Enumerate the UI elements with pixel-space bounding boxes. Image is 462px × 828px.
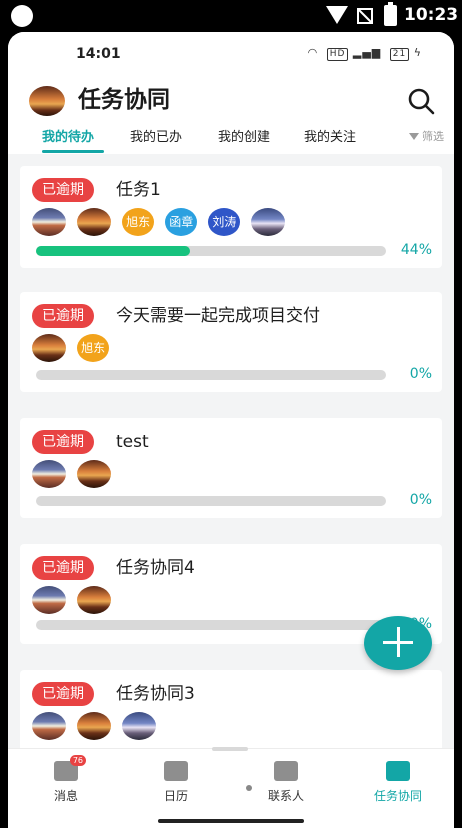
- app-screen: 14:01 ◠ HD ▂▄▆ 21 ϟ 任务协同 我的待办 我的已办 我的创建 …: [8, 32, 454, 828]
- notification-dot-icon: [11, 5, 33, 27]
- task-card[interactable]: 已逾期 今天需要一起完成项目交付 旭东 0%: [20, 292, 442, 392]
- nav-label: 消息: [53, 789, 78, 803]
- add-task-button[interactable]: [364, 616, 432, 670]
- member-avatars: 旭东: [32, 334, 115, 362]
- wifi-icon: [326, 6, 348, 24]
- overdue-badge: 已逾期: [32, 556, 94, 580]
- active-tab-indicator: [42, 150, 104, 153]
- page-title: 任务协同: [78, 87, 170, 113]
- overdue-badge: 已逾期: [32, 430, 94, 454]
- progress-percent: 44%: [400, 242, 432, 258]
- system-clock: 10:23: [404, 5, 459, 25]
- progress-bar: [36, 370, 386, 380]
- tab-my-todo[interactable]: 我的待办: [42, 126, 94, 145]
- nav-label: 日历: [163, 789, 188, 803]
- battery-icon: [384, 2, 397, 26]
- progress-bar: [36, 496, 386, 506]
- overdue-badge: 已逾期: [32, 682, 94, 706]
- progress-percent: 0%: [409, 492, 432, 508]
- task-card[interactable]: 已逾期 任务1 旭东 函章 刘涛 44%: [20, 166, 442, 268]
- user-avatar[interactable]: [28, 82, 66, 120]
- drag-handle[interactable]: [212, 747, 248, 751]
- member-avatar: [32, 586, 66, 614]
- tab-my-followed[interactable]: 我的关注: [304, 126, 356, 145]
- member-avatars: [32, 460, 117, 488]
- task-title: test: [116, 432, 149, 452]
- task-card[interactable]: 已逾期 test 0%: [20, 418, 442, 518]
- tab-bar: 我的待办 我的已办 我的创建 我的关注 筛选: [8, 120, 454, 154]
- battery-icon: 21: [389, 48, 410, 61]
- filter-button[interactable]: 筛选: [409, 128, 444, 144]
- tab-my-created[interactable]: 我的创建: [218, 126, 270, 145]
- bottom-navigation: 76 消息 日历 联系人 任务协同: [8, 747, 454, 828]
- inner-status-bar: 14:01 ◠ HD ▂▄▆ 21 ϟ: [8, 32, 454, 72]
- member-avatar: 刘涛: [208, 208, 241, 236]
- nav-task-collab[interactable]: 任务协同: [358, 761, 438, 804]
- search-icon[interactable]: [406, 86, 436, 116]
- member-avatar: [77, 586, 112, 614]
- task-title: 任务协同4: [116, 558, 195, 578]
- task-title: 任务1: [116, 180, 161, 200]
- filter-label: 筛选: [422, 130, 444, 143]
- contacts-icon: [274, 761, 298, 781]
- inner-clock: 14:01: [76, 46, 121, 62]
- overdue-badge: 已逾期: [32, 304, 94, 328]
- member-avatar: [32, 334, 66, 362]
- member-avatar: 旭东: [122, 208, 155, 236]
- overdue-badge: 已逾期: [32, 178, 94, 202]
- nav-messages[interactable]: 76 消息: [26, 755, 106, 804]
- member-avatar: 函章: [165, 208, 198, 236]
- nav-label: 联系人: [267, 789, 304, 803]
- home-indicator: [158, 819, 304, 823]
- member-avatar: [251, 208, 286, 236]
- member-avatar: [32, 208, 66, 236]
- progress-bar: [36, 246, 386, 256]
- signal-icon: ▂▄▆: [352, 46, 382, 59]
- nav-label: 任务协同: [373, 789, 422, 803]
- member-avatar: [77, 460, 112, 488]
- wifi-icon: ◠: [307, 46, 319, 59]
- progress-percent: 0%: [409, 366, 432, 382]
- member-avatars: [32, 586, 117, 614]
- tab-my-done[interactable]: 我的已办: [130, 126, 182, 145]
- member-avatars: 旭东 函章 刘涛: [32, 208, 291, 236]
- member-avatars: [32, 712, 162, 740]
- task-icon: [386, 761, 410, 781]
- system-status-bar: 10:23: [0, 0, 462, 32]
- hd-icon: HD: [326, 48, 349, 61]
- message-icon: 76: [54, 755, 86, 781]
- member-avatar: [77, 208, 112, 236]
- member-avatar: [32, 712, 66, 740]
- nav-calendar[interactable]: 日历: [136, 761, 216, 804]
- charging-icon: ϟ: [413, 46, 422, 59]
- member-avatar: 旭东: [77, 334, 110, 362]
- nav-contacts[interactable]: 联系人: [246, 761, 326, 804]
- task-title: 任务协同3: [116, 684, 195, 704]
- member-avatar: [32, 460, 66, 488]
- progress-bar: [36, 620, 386, 630]
- unread-badge: 76: [69, 755, 86, 766]
- task-title: 今天需要一起完成项目交付: [116, 306, 320, 326]
- no-sim-icon: [357, 8, 373, 24]
- calendar-icon: [164, 761, 188, 781]
- inner-status-icons: ◠ HD ▂▄▆ 21 ϟ: [308, 46, 422, 61]
- filter-icon: [409, 133, 419, 140]
- member-avatar: [77, 712, 112, 740]
- progress-fill: [36, 246, 190, 256]
- member-avatar: [122, 712, 157, 740]
